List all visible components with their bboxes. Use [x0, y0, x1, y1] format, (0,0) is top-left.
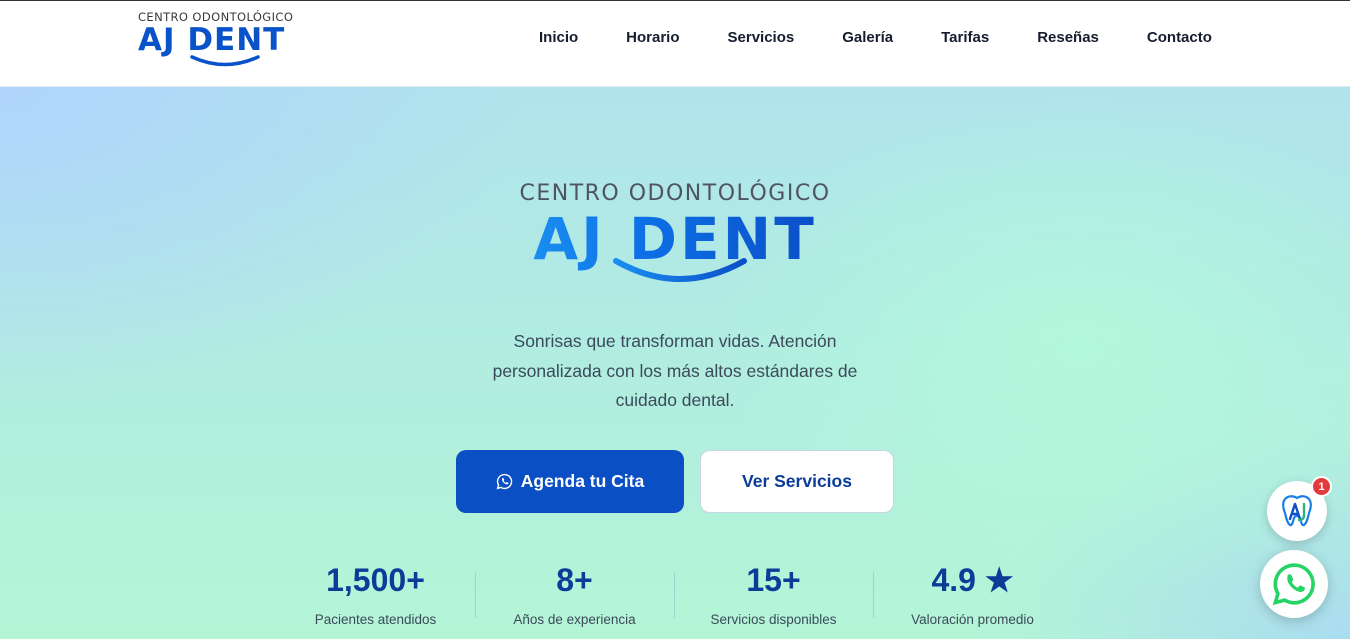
book-appointment-label: Agenda tu Cita — [520, 471, 645, 491]
stat-patients: 1,500+ Pacientes atendidos — [276, 562, 475, 627]
smile-arc-icon — [190, 55, 260, 67]
stat-services: 15+ Servicios disponibles — [674, 562, 873, 627]
stat-rating: 4.9 ★ Valoración promedio — [873, 562, 1072, 627]
hero-section: CENTRO ODONTOLÓGICO AJ DENT Sonrisas que… — [0, 87, 1350, 639]
book-appointment-button[interactable]: Agenda tu Cita — [456, 450, 684, 513]
stat-label: Servicios disponibles — [710, 612, 837, 627]
notification-badge: 1 — [1311, 476, 1332, 497]
hero-logo-kicker: CENTRO ODONTOLÓGICO — [519, 181, 831, 206]
site-header: CENTRO ODONTOLÓGICO AJ DENT Inicio Horar… — [0, 0, 1350, 87]
logo-brand: AJ DENT — [138, 22, 286, 58]
header-logo[interactable]: CENTRO ODONTOLÓGICO AJ DENT — [138, 10, 310, 70]
stat-value: 1,500+ — [326, 562, 425, 598]
whatsapp-icon — [1272, 563, 1315, 606]
nav-horario[interactable]: Horario — [626, 28, 679, 48]
nav-servicios[interactable]: Servicios — [728, 28, 795, 48]
nav-tarifas[interactable]: Tarifas — [941, 28, 989, 48]
whatsapp-icon — [496, 473, 512, 490]
aj-tooth-logo-icon — [1282, 495, 1312, 527]
nav-inicio[interactable]: Inicio — [539, 28, 578, 48]
stat-value: 4.9 ★ — [931, 562, 1014, 598]
stat-label: Valoración promedio — [911, 612, 1034, 627]
stat-label: Años de experiencia — [513, 612, 636, 627]
nav-contacto[interactable]: Contacto — [1147, 28, 1212, 48]
main-nav: Inicio Horario Servicios Galería Tarifas… — [515, 28, 1236, 48]
hero-tagline: Sonrisas que transforman vidas. Atención… — [492, 331, 858, 410]
stat-value: 15+ — [746, 562, 801, 598]
whatsapp-float-button[interactable] — [1260, 550, 1328, 618]
stat-value: 8+ — [556, 562, 593, 598]
view-services-button[interactable]: Ver Servicios — [700, 450, 894, 513]
nav-galeria[interactable]: Galería — [842, 28, 893, 48]
stat-label: Pacientes atendidos — [314, 612, 437, 627]
stat-experience: 8+ Años de experiencia — [475, 562, 674, 627]
hero-logo: CENTRO ODONTOLÓGICO AJ DENT — [0, 181, 1350, 282]
stats-row: 1,500+ Pacientes atendidos 8+ Años de ex… — [276, 562, 1072, 627]
hero-smile-arc-icon — [613, 258, 747, 282]
nav-resenas[interactable]: Reseñas — [1037, 28, 1099, 48]
